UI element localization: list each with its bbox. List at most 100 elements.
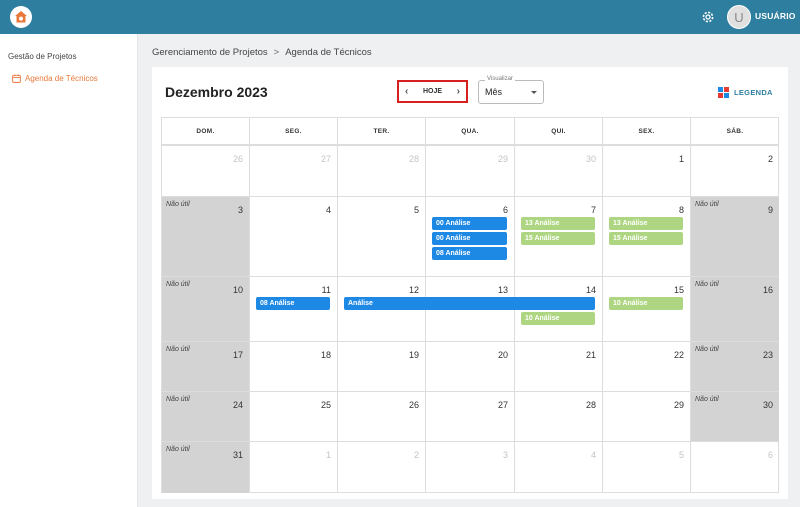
day-cell[interactable]: 29 (602, 391, 690, 441)
home-logo-icon (15, 11, 27, 23)
day-number: 27 (320, 154, 331, 164)
day-cell[interactable]: Não útil 24 (161, 391, 249, 441)
day-number: 6 (502, 205, 508, 215)
top-bar: U USUÁRIO (0, 0, 800, 34)
day-number: 27 (497, 400, 508, 410)
day-cell[interactable]: 5 (337, 196, 425, 276)
calendar-event[interactable]: 13 Análise (521, 217, 595, 230)
view-select-label: Visualizar (485, 76, 515, 82)
day-cell[interactable]: 21 (514, 341, 602, 391)
day-cell[interactable]: 28 (514, 391, 602, 441)
day-cell[interactable]: 1 (602, 145, 690, 196)
breadcrumb-parent[interactable]: Gerenciamento de Projetos (152, 47, 268, 58)
non-working-label: Não útil (166, 201, 190, 208)
day-cell[interactable]: Não útil 23 (690, 341, 779, 391)
view-select[interactable]: Visualizar Mês (478, 76, 544, 104)
calendar-event[interactable]: 10 Análise (609, 297, 683, 310)
day-number: 9 (767, 205, 773, 215)
day-number: 20 (497, 350, 508, 360)
day-number: 25 (320, 400, 331, 410)
non-working-label: Não útil (166, 396, 190, 403)
day-number: 1 (678, 154, 684, 164)
day-cell[interactable]: 26 (161, 145, 249, 196)
weekday-header: DOM. (161, 117, 249, 145)
legend-label: LEGENDA (734, 88, 773, 97)
day-cell[interactable]: 29 (425, 145, 514, 196)
settings-gear-icon[interactable] (700, 9, 716, 25)
day-number: 5 (413, 205, 419, 215)
weekday-header: QUA. (425, 117, 514, 145)
user-avatar[interactable]: U (727, 5, 751, 29)
day-cell[interactable]: 18 (249, 341, 337, 391)
day-cell[interactable]: 4 (514, 441, 602, 493)
day-cell[interactable]: 26 (337, 391, 425, 441)
day-cell[interactable]: 27 (425, 391, 514, 441)
legend-grid-icon (718, 87, 729, 98)
day-cell[interactable]: 27 (249, 145, 337, 196)
weekday-header: SÁB. (690, 117, 779, 145)
calendar-event[interactable]: 15 Análise (521, 232, 595, 245)
day-cell[interactable]: 5 (602, 441, 690, 493)
day-number: 30 (762, 400, 773, 410)
app-logo[interactable] (10, 6, 32, 28)
day-number: 28 (408, 154, 419, 164)
day-cell[interactable]: Não útil 31 (161, 441, 249, 493)
day-number: 3 (237, 205, 243, 215)
day-cell[interactable]: Não útil 9 (690, 196, 779, 276)
chevron-right-icon[interactable]: › (457, 86, 460, 97)
day-cell[interactable]: Não útil 17 (161, 341, 249, 391)
weekday-header: TER. (337, 117, 425, 145)
day-cell[interactable]: 4 (249, 196, 337, 276)
day-cell[interactable]: Não útil 10 (161, 276, 249, 341)
calendar-event[interactable]: 08 Análise (432, 247, 507, 260)
day-number: 5 (678, 450, 684, 460)
day-cell[interactable]: 2 (337, 441, 425, 493)
day-number: 29 (497, 154, 508, 164)
day-cell[interactable]: Não útil 3 (161, 196, 249, 276)
day-number: 4 (325, 205, 331, 215)
today-button[interactable]: HOJE (423, 88, 442, 95)
day-cell[interactable]: Não útil 16 (690, 276, 779, 341)
day-cell[interactable]: 3 (425, 441, 514, 493)
day-number: 29 (673, 400, 684, 410)
day-cell[interactable]: 6 (690, 441, 779, 493)
legend-button[interactable]: LEGENDA (718, 87, 773, 98)
day-cell[interactable]: 30 (514, 145, 602, 196)
calendar-event[interactable]: 10 Análise (521, 312, 595, 325)
calendar-card: Dezembro 2023 ‹ HOJE › Visualizar Mês LE… (152, 67, 788, 499)
non-working-label: Não útil (166, 346, 190, 353)
day-cell[interactable]: Não útil 30 (690, 391, 779, 441)
non-working-label: Não útil (695, 396, 719, 403)
breadcrumb-current: Agenda de Técnicos (285, 47, 372, 58)
calendar-event[interactable]: 00 Análise (432, 232, 507, 245)
day-cell[interactable]: 25 (249, 391, 337, 441)
weekday-header: QUI. (514, 117, 602, 145)
user-name[interactable]: USUÁRIO (755, 11, 796, 21)
day-number: 24 (232, 400, 243, 410)
breadcrumb: Gerenciamento de Projetos > Agenda de Té… (152, 47, 372, 58)
calendar-event[interactable]: 00 Análise (432, 217, 507, 230)
day-cell[interactable]: 19 (337, 341, 425, 391)
day-number: 17 (232, 350, 243, 360)
day-cell[interactable]: 28 (337, 145, 425, 196)
day-cell[interactable]: 2 (690, 145, 779, 196)
day-number: 4 (590, 450, 596, 460)
sidebar-item-agenda[interactable]: Agenda de Técnicos (12, 74, 98, 83)
caret-down-icon (531, 91, 537, 94)
weekday-header: SEG. (249, 117, 337, 145)
sidebar-section-title[interactable]: Gestão de Projetos (8, 52, 76, 61)
view-select-value: Mês (485, 87, 503, 97)
day-number: 10 (232, 285, 243, 295)
day-number: 13 (497, 285, 508, 295)
day-number: 16 (762, 285, 773, 295)
day-number: 30 (585, 154, 596, 164)
sidebar: Gestão de Projetos Agenda de Técnicos (0, 34, 138, 507)
day-cell[interactable]: 1 (249, 441, 337, 493)
calendar-event[interactable]: 13 Análise (609, 217, 683, 230)
day-cell[interactable]: 20 (425, 341, 514, 391)
day-cell[interactable]: 22 (602, 341, 690, 391)
calendar-event[interactable]: 08 Análise (256, 297, 330, 310)
calendar-event[interactable]: Análise (344, 297, 595, 310)
calendar-event[interactable]: 15 Análise (609, 232, 683, 245)
chevron-left-icon[interactable]: ‹ (405, 86, 408, 97)
